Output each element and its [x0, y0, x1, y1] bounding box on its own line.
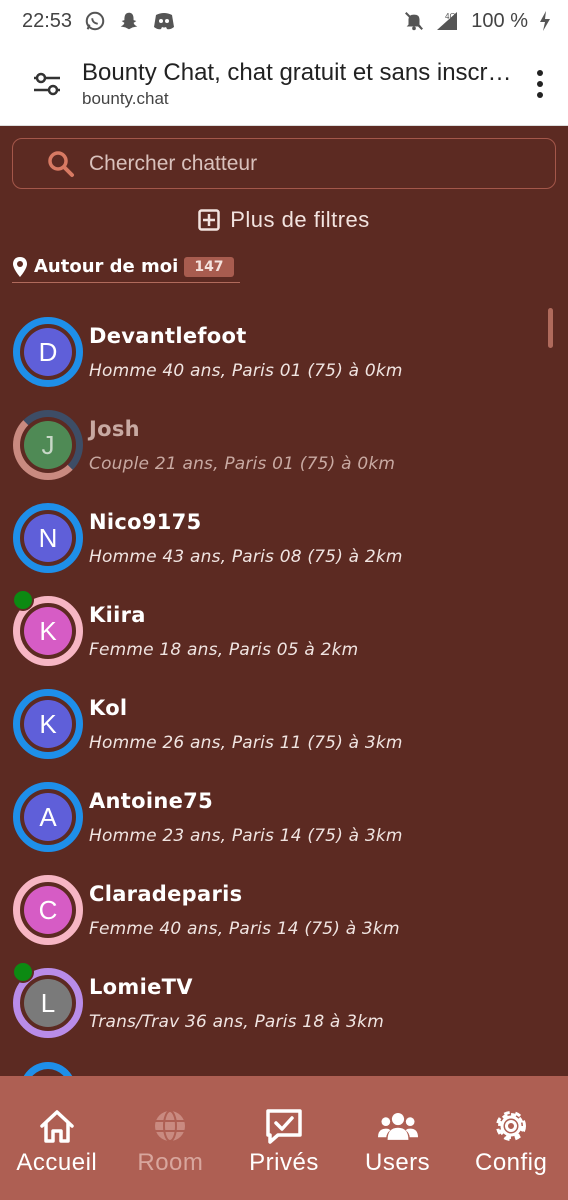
user-row[interactable]: D Devantlefoot Homme 40 ans, Paris 01 (75)… [0, 310, 568, 403]
more-filters-label: Plus de filtres [230, 207, 370, 232]
url-block[interactable]: Bounty Chat, chat gratuit et sans inscri… [82, 59, 512, 109]
discord-icon [154, 13, 175, 30]
around-me-label: Autour de moi [34, 256, 179, 277]
home-icon [40, 1110, 74, 1143]
browser-address-bar: Bounty Chat, chat gratuit et sans inscri… [0, 42, 568, 126]
nav-label: Room [137, 1149, 204, 1176]
nav-label: Privés [249, 1149, 319, 1176]
site-settings-icon[interactable] [30, 67, 64, 101]
whatsapp-icon [85, 11, 105, 31]
avatar-ring: A [13, 782, 83, 852]
bottom-navigation: Accueil Room Privés Users Config [0, 1076, 568, 1186]
user-row[interactable]: N Nico9175 Homme 43 ans, Paris 08 (75) à 2… [0, 496, 568, 589]
avatar: J [24, 421, 72, 469]
users-icon [377, 1112, 418, 1140]
user-row[interactable]: K Kol Homme 26 ans, Paris 11 (75) à 3km [0, 682, 568, 775]
avatar-ring: J [13, 410, 83, 480]
location-pin-icon [13, 256, 27, 277]
user-info: Couple 21 ans, Paris 01 (75) à 0km [89, 454, 396, 474]
online-status-dot [12, 961, 34, 983]
user-list: D Devantlefoot Homme 40 ans, Paris 01 (75)… [0, 310, 568, 1054]
globe-icon [155, 1110, 186, 1142]
user-name: LomieTV [89, 975, 193, 999]
user-info: Trans/Trav 36 ans, Paris 18 à 3km [89, 1012, 384, 1032]
nav-accueil[interactable]: Accueil [0, 1076, 114, 1186]
user-row[interactable]: A Antoine75 Homme 23 ans, Paris 14 (75) à … [0, 775, 568, 868]
around-me-count-badge: 147 [184, 256, 234, 277]
nav-label: Config [474, 1149, 548, 1176]
signal-icon: 4G [437, 12, 458, 30]
search-placeholder: Chercher chatteur [89, 151, 258, 175]
gear-icon [496, 1111, 527, 1141]
battery-text: 100 % [471, 9, 528, 32]
nav-prives[interactable]: Privés [227, 1076, 341, 1186]
page-title: Bounty Chat, chat gratuit et sans inscri… [82, 58, 512, 86]
user-info: Homme 43 ans, Paris 08 (75) à 2km [89, 547, 403, 567]
avatar-ring: N [13, 503, 83, 573]
status-time: 22:53 [22, 9, 73, 32]
user-name: Josh [89, 417, 140, 441]
nav-users[interactable]: Users [341, 1076, 455, 1186]
user-info: Femme 18 ans, Paris 05 à 2km [89, 640, 359, 660]
mute-icon [405, 12, 424, 31]
user-name: Kol [89, 696, 128, 720]
avatar: L [24, 979, 72, 1027]
user-info: Homme 23 ans, Paris 14 (75) à 3km [89, 826, 403, 846]
user-row[interactable]: C Claradeparis Femme 40 ans, Paris 14 (75)… [0, 868, 568, 961]
page-url: bounty.chat [82, 88, 169, 108]
avatar-ring: K [13, 689, 83, 759]
avatar: K [24, 607, 72, 655]
user-row[interactable]: J Josh Couple 21 ans, Paris 01 (75) à 0km [0, 403, 568, 496]
user-name: Devantlefoot [89, 324, 247, 348]
charging-icon [540, 11, 550, 31]
nav-config[interactable]: Config [454, 1076, 568, 1186]
user-row[interactable]: L LomieTV Trans/Trav 36 ans, Paris 18 à 3k… [0, 961, 568, 1054]
message-check-icon [266, 1109, 302, 1144]
user-info: Homme 40 ans, Paris 01 (75) à 0km [89, 361, 403, 381]
status-bar: 22:53 4G 100 % [0, 0, 568, 42]
user-name: Antoine75 [89, 789, 213, 813]
plus-box-icon [198, 209, 220, 231]
svg-text:4G: 4G [445, 12, 456, 21]
avatar: K [24, 700, 72, 748]
avatar: A [24, 793, 72, 841]
user-name: Claradeparis [89, 882, 243, 906]
search-icon [48, 150, 74, 177]
avatar-ring: D [13, 317, 83, 387]
user-info: Femme 40 ans, Paris 14 (75) à 3km [89, 919, 400, 939]
online-status-dot [12, 589, 34, 611]
gesture-bar [0, 1186, 568, 1200]
snapchat-icon [120, 12, 138, 30]
user-name: Kiira [89, 603, 146, 627]
around-me-tab[interactable]: Autour de moi 147 [12, 253, 240, 283]
avatar: D [24, 328, 72, 376]
nav-room[interactable]: Room [114, 1076, 228, 1186]
more-filters-button[interactable]: Plus de filtres [0, 203, 568, 237]
search-input[interactable]: Chercher chatteur [12, 138, 556, 189]
user-name: Nico9175 [89, 510, 202, 534]
avatar: N [24, 514, 72, 562]
user-info: Homme 26 ans, Paris 11 (75) à 3km [89, 733, 403, 753]
nav-label: Users [364, 1149, 431, 1176]
user-row[interactable]: K Kiira Femme 18 ans, Paris 05 à 2km [0, 589, 568, 682]
avatar-ring: C [13, 875, 83, 945]
avatar: C [24, 886, 72, 934]
overflow-menu-icon[interactable] [536, 69, 544, 98]
nav-label: Accueil [16, 1149, 98, 1176]
